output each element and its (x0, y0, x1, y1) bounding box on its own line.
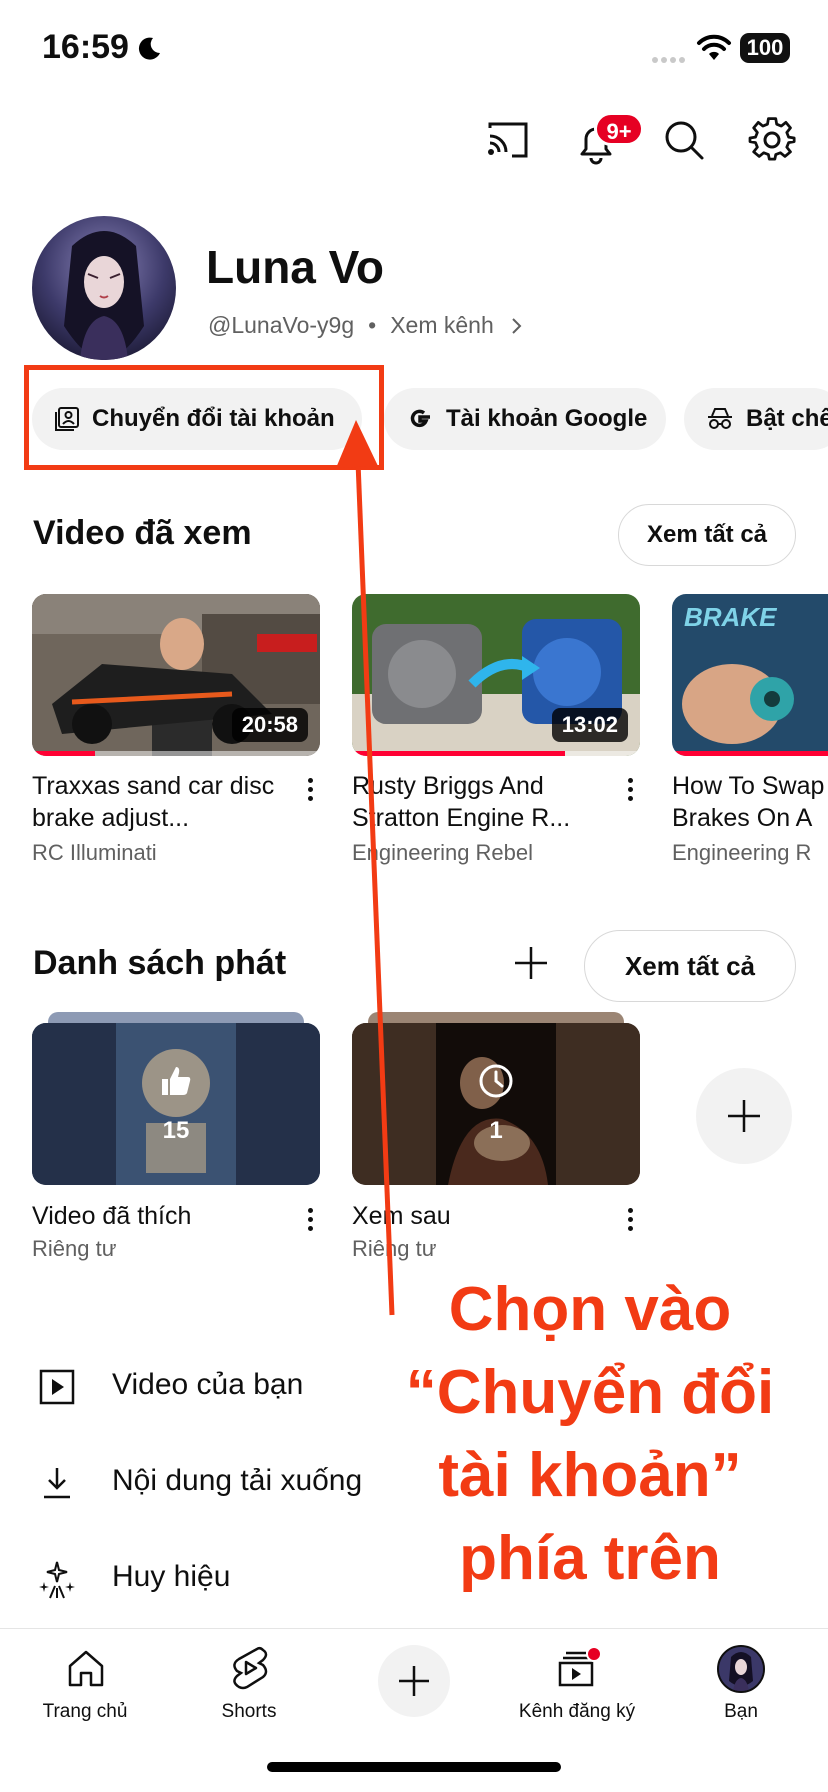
moon-icon (138, 37, 160, 60)
incognito-chip[interactable]: Bật chế (684, 388, 828, 450)
sparkles-icon (39, 1561, 75, 1599)
more-options-icon[interactable] (306, 1208, 314, 1235)
plus-icon (728, 1100, 760, 1132)
annotation-line: “Chuyển đổi (405, 1358, 775, 1427)
more-options-icon[interactable] (626, 778, 634, 805)
nav-label: Kênh đăng ký (518, 1701, 636, 1722)
more-options-icon[interactable] (626, 1208, 634, 1235)
profile-name: Luna Vo (206, 241, 385, 293)
wifi-icon (697, 34, 731, 60)
shorts-icon (233, 1646, 268, 1690)
new-playlist-button[interactable] (696, 1068, 792, 1164)
video-thumbnail[interactable]: 20:58 (32, 594, 320, 756)
video-channel[interactable]: Engineering R (672, 840, 811, 866)
playlists-see-all-button[interactable]: Xem tất cả (584, 930, 796, 1002)
signal-icon (652, 50, 688, 68)
nav-label: Shorts (221, 1701, 277, 1722)
watch-progress-bar (672, 751, 828, 756)
annotation-arrow (336, 420, 395, 1316)
clock-icon (479, 1064, 513, 1098)
create-button[interactable] (378, 1645, 450, 1717)
history-section-title: Video đã xem (33, 514, 252, 552)
profile-handle-row: @LunaVo-y9g • Xem kênh (208, 312, 524, 339)
search-icon[interactable] (660, 116, 708, 164)
avatar[interactable] (32, 216, 176, 360)
video-thumbnail[interactable]: BRAKE (672, 594, 828, 756)
separator-dot: • (368, 312, 377, 338)
video-duration: 20:58 (231, 708, 308, 742)
add-playlist-icon[interactable] (512, 944, 550, 982)
menu-item-label: Nội dung tải xuống (112, 1464, 363, 1497)
google-g-icon (410, 409, 430, 428)
chip-label: Tài khoản Google (446, 405, 648, 432)
playlist-title[interactable]: Video đã thích (32, 1200, 290, 1234)
nav-home[interactable]: Trang chủ (20, 1637, 150, 1737)
more-options-icon[interactable] (306, 778, 314, 805)
profile-avatar-icon (717, 1645, 765, 1693)
download-icon (44, 1468, 70, 1499)
thumbs-up-icon (162, 1067, 191, 1095)
annotation-line: Chọn vào (448, 1275, 732, 1344)
annotation-line: tài khoản” (438, 1441, 742, 1510)
video-thumbnail-image: BRAKE (672, 594, 828, 756)
playlists-section-title: Danh sách phát (33, 944, 287, 982)
nav-you[interactable]: Bạn (676, 1637, 806, 1737)
notification-badge: 9+ (594, 112, 644, 146)
menu-item-label: Video của bạn (112, 1368, 304, 1401)
cast-icon[interactable] (484, 116, 532, 164)
playlist-privacy: Riêng tư (32, 1236, 117, 1261)
svg-text:BRAKE: BRAKE (684, 602, 777, 632)
create-plus-icon (399, 1666, 429, 1696)
nav-label: Bạn (724, 1701, 758, 1722)
home-icon (68, 1650, 104, 1687)
nav-shorts[interactable]: Shorts (184, 1637, 314, 1737)
playlist-thumbnail-image (32, 1023, 320, 1185)
chip-label: Bật chế (746, 405, 828, 432)
nav-subscriptions[interactable]: Kênh đăng ký (512, 1637, 642, 1737)
video-title[interactable]: How To Swap Brakes On A (672, 770, 828, 834)
nav-label: Trang chủ (42, 1701, 128, 1722)
play-box-icon (39, 1369, 75, 1405)
gear-icon[interactable] (748, 116, 796, 164)
view-channel-link[interactable]: Xem kênh (390, 312, 494, 338)
home-indicator (267, 1762, 561, 1772)
watch-progress-bar (32, 751, 96, 756)
annotation-text: Chọn vào “Chuyển đổi tài khoản” phía trê… (380, 1268, 800, 1600)
status-time: 16:59 (42, 28, 129, 66)
playlist-video-count: 15 (162, 1117, 190, 1144)
subscriptions-icon (558, 1646, 602, 1687)
video-channel[interactable]: RC Illuminati (32, 840, 157, 866)
channel-handle: @LunaVo-y9g (208, 312, 355, 338)
video-title[interactable]: Traxxas sand car disc brake adjust... (32, 770, 290, 834)
chevron-right-icon (512, 318, 522, 334)
incognito-icon (708, 408, 732, 429)
annotation-line: phía trên (459, 1524, 721, 1593)
history-see-all-button[interactable]: Xem tất cả (618, 504, 796, 566)
menu-item-label: Huy hiệu (112, 1560, 231, 1593)
google-account-chip[interactable]: Tài khoản Google (384, 388, 666, 450)
liked-videos-playlist[interactable]: 15 (32, 1023, 320, 1185)
battery-icon: 100 (740, 33, 790, 63)
video-duration: 13:02 (551, 708, 628, 742)
